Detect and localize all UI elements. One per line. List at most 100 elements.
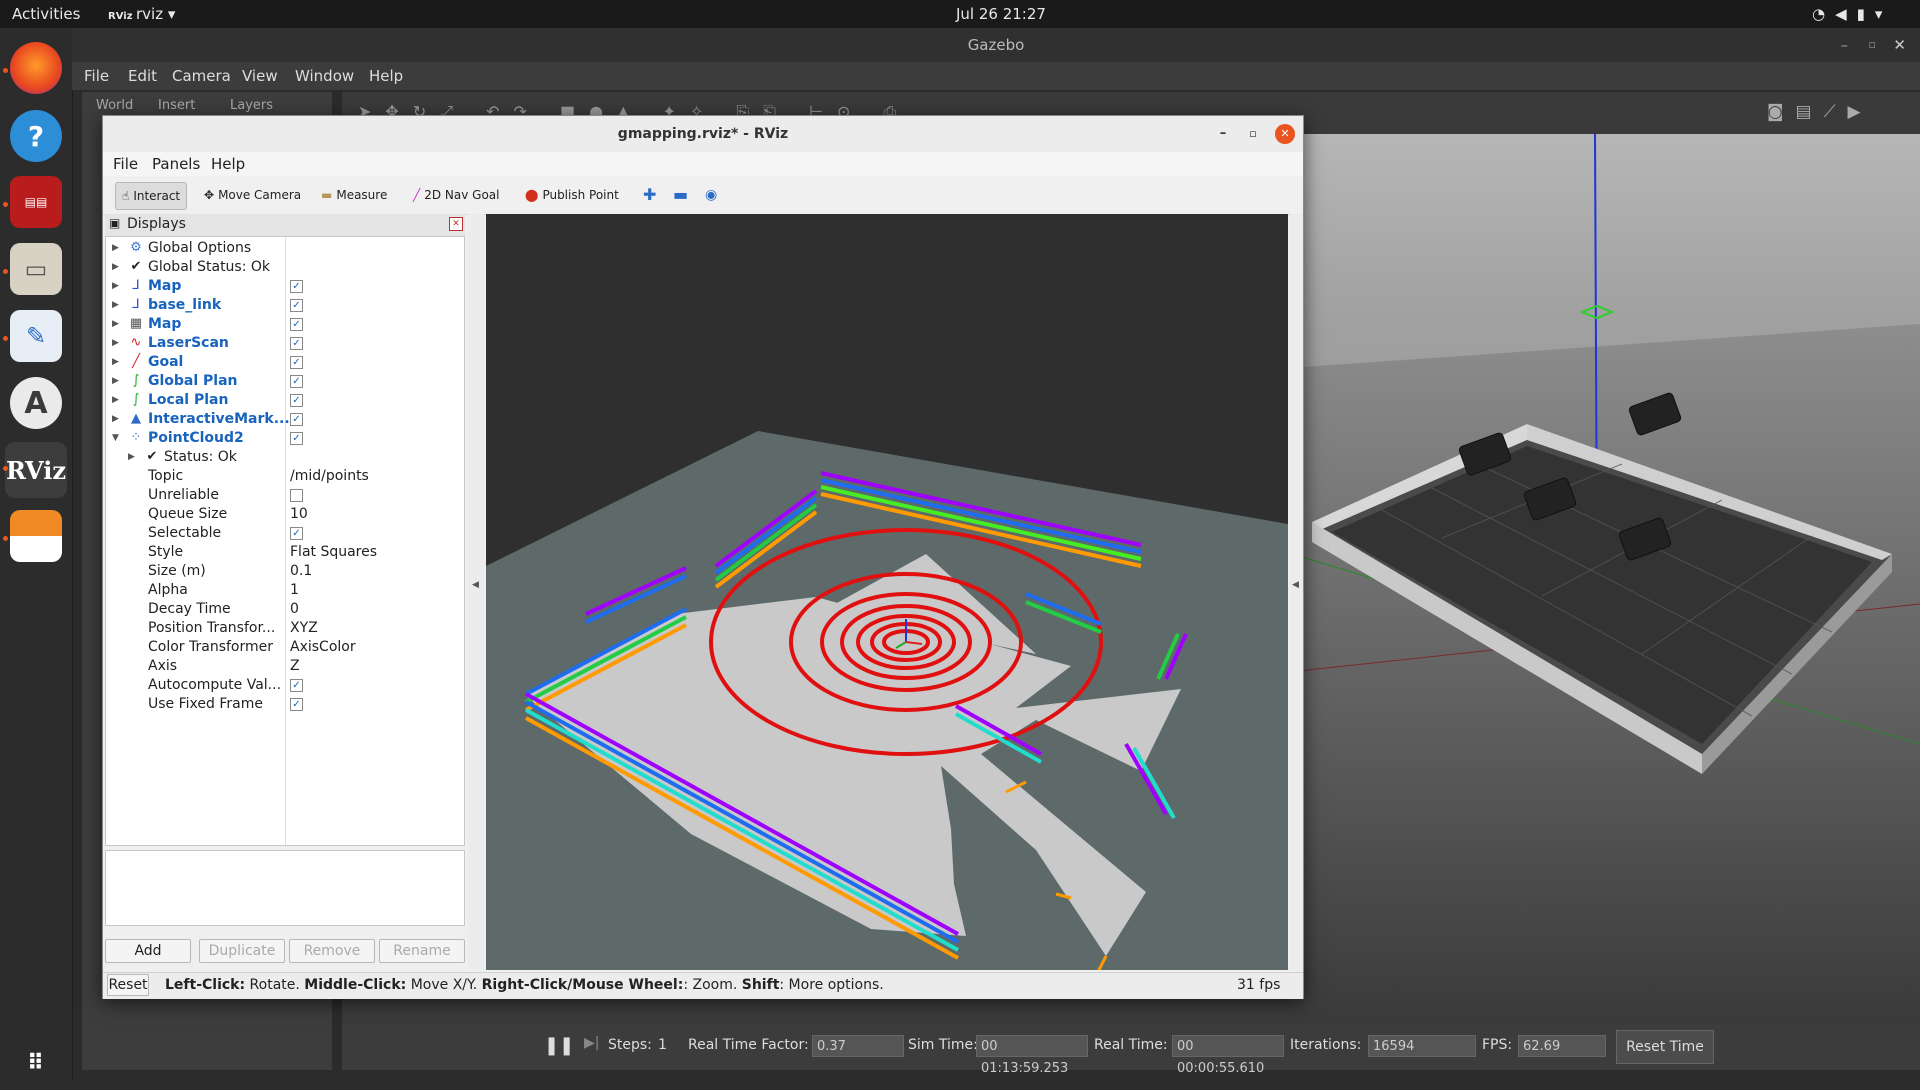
gz-menu-edit[interactable]: Edit: [128, 67, 157, 85]
expand-arrow-icon[interactable]: ▶: [112, 334, 119, 353]
log-icon[interactable]: ▤: [1796, 102, 1824, 122]
maximize-icon[interactable]: ▫: [1869, 28, 1876, 62]
video-icon[interactable]: ▶: [1847, 102, 1872, 122]
rviz-3d-view[interactable]: [486, 214, 1288, 973]
property-value[interactable]: 0: [290, 600, 299, 619]
text-editor-icon[interactable]: ✎: [10, 310, 62, 362]
pause-icon[interactable]: ❚❚: [544, 1035, 574, 1056]
rename-button[interactable]: Rename: [379, 939, 465, 963]
enable-checkbox[interactable]: ✓: [290, 375, 303, 388]
panel-close-icon[interactable]: ✕: [449, 217, 463, 231]
property-row[interactable]: Position Transfor... XYZ: [106, 619, 464, 638]
property-row[interactable]: Unreliable: [106, 486, 464, 505]
close-icon[interactable]: ✕: [1275, 124, 1295, 144]
display-row[interactable]: ▶ ▦ Map ✓: [106, 315, 464, 334]
property-value[interactable]: 1: [290, 581, 299, 600]
terminal-icon[interactable]: ▤▤: [10, 176, 62, 228]
tool-properties-icon[interactable]: ◉: [699, 182, 723, 208]
enable-checkbox[interactable]: ✓: [290, 413, 303, 426]
property-value[interactable]: Flat Squares: [290, 543, 377, 562]
gz-menu-window[interactable]: Window: [295, 67, 354, 85]
property-row[interactable]: Size (m) 0.1: [106, 562, 464, 581]
enable-checkbox[interactable]: ✓: [290, 432, 303, 445]
property-checkbox[interactable]: ✓: [290, 679, 303, 692]
property-value[interactable]: /mid/points: [290, 467, 369, 486]
rviz-menu-panels[interactable]: Panels: [152, 155, 200, 173]
collapse-right-icon[interactable]: ◀: [1292, 580, 1299, 590]
expand-arrow-icon[interactable]: ▶: [112, 296, 119, 315]
expand-arrow-icon[interactable]: ▼: [112, 429, 119, 448]
display-row[interactable]: ▶ ⅃ Map ✓: [106, 277, 464, 296]
move-camera-tool[interactable]: ✥ Move Camera: [198, 182, 307, 208]
property-checkbox[interactable]: [290, 489, 303, 502]
minimize-icon[interactable]: –: [1213, 124, 1233, 144]
expand-arrow-icon[interactable]: ▶: [112, 315, 119, 334]
gz-menu-camera[interactable]: Camera: [172, 67, 231, 85]
display-row[interactable]: ▶ ∫ Global Plan ✓: [106, 372, 464, 391]
property-value[interactable]: 0.1: [290, 562, 312, 581]
enable-checkbox[interactable]: ✓: [290, 280, 303, 293]
display-row[interactable]: ▶ ╱ Goal ✓: [106, 353, 464, 372]
tab-insert[interactable]: Insert: [158, 98, 195, 113]
clock[interactable]: Jul 26 21:27: [956, 5, 1046, 23]
display-row[interactable]: ▶ ∫ Local Plan ✓: [106, 391, 464, 410]
property-row[interactable]: Alpha 1: [106, 581, 464, 600]
tab-layers[interactable]: Layers: [230, 98, 273, 113]
pc2-status-row[interactable]: ▶ ✔ Status: Ok: [106, 448, 464, 467]
display-row[interactable]: ▶ ✔ Global Status: Ok: [106, 258, 464, 277]
property-value[interactable]: AxisColor: [290, 638, 356, 657]
property-checkbox[interactable]: ✓: [290, 698, 303, 711]
expand-arrow-icon[interactable]: ▶: [112, 277, 119, 296]
property-row[interactable]: Style Flat Squares: [106, 543, 464, 562]
plot-icon[interactable]: ⟋: [1824, 102, 1848, 122]
property-value[interactable]: Z: [290, 657, 300, 676]
expand-arrow-icon[interactable]: ▶: [112, 410, 119, 429]
system-tray[interactable]: ◔◀▮▾: [1812, 5, 1892, 23]
expand-arrow-icon[interactable]: ▶: [112, 258, 119, 277]
expand-arrow-icon[interactable]: ▶: [112, 372, 119, 391]
enable-checkbox[interactable]: ✓: [290, 356, 303, 369]
enable-checkbox[interactable]: ✓: [290, 394, 303, 407]
gazebo-dock-icon[interactable]: [10, 510, 62, 562]
remove-button[interactable]: Remove: [289, 939, 375, 963]
display-row[interactable]: ▶ ▲ InteractiveMark... ✓: [106, 410, 464, 429]
expand-arrow-icon[interactable]: ▶: [112, 239, 119, 258]
rviz-dock-icon[interactable]: RViz: [5, 442, 67, 498]
steps-value[interactable]: 1: [658, 1037, 667, 1053]
software-center-icon[interactable]: A: [10, 377, 62, 429]
tab-world[interactable]: World: [96, 98, 133, 113]
step-icon[interactable]: ▶|: [584, 1035, 599, 1051]
display-row[interactable]: ▶ ∿ LaserScan ✓: [106, 334, 464, 353]
rviz-menu-help[interactable]: Help: [211, 155, 245, 173]
expand-arrow-icon[interactable]: ▶: [128, 448, 135, 467]
right-splitter[interactable]: ◀: [1290, 214, 1303, 970]
rviz-menu-file[interactable]: File: [113, 155, 138, 173]
property-row[interactable]: Color Transformer AxisColor: [106, 638, 464, 657]
property-row[interactable]: Axis Z: [106, 657, 464, 676]
activities-button[interactable]: Activities: [12, 5, 80, 23]
gz-menu-file[interactable]: File: [84, 67, 109, 85]
app-menu[interactable]: RViz rviz ▾: [108, 5, 175, 23]
interact-tool[interactable]: ☝ Interact: [115, 182, 188, 210]
publish-point-tool[interactable]: ⬤ Publish Point: [519, 182, 625, 208]
display-row[interactable]: ▼ ⁘ PointCloud2 ✓: [106, 429, 464, 448]
files-icon[interactable]: ▭: [10, 243, 62, 295]
reset-time-button[interactable]: Reset Time: [1616, 1030, 1714, 1064]
gz-menu-view[interactable]: View: [242, 67, 278, 85]
enable-checkbox[interactable]: ✓: [290, 318, 303, 331]
display-row[interactable]: ▶ ⅃ base_link ✓: [106, 296, 464, 315]
property-row[interactable]: Decay Time 0: [106, 600, 464, 619]
minimize-icon[interactable]: –: [1841, 28, 1849, 62]
property-value[interactable]: 10: [290, 505, 308, 524]
gazebo-right-tool-icons[interactable]: ◙▤⟋▶: [1767, 102, 1873, 122]
left-splitter[interactable]: ◀: [468, 214, 484, 970]
expand-arrow-icon[interactable]: ▶: [112, 353, 119, 372]
property-row[interactable]: Queue Size 10: [106, 505, 464, 524]
show-apps-icon[interactable]: ⠿: [10, 1038, 62, 1090]
remove-tool-icon[interactable]: ▬: [667, 182, 694, 208]
firefox-icon[interactable]: [10, 42, 62, 94]
property-value[interactable]: XYZ: [290, 619, 318, 638]
property-row[interactable]: Selectable ✓: [106, 524, 464, 543]
property-checkbox[interactable]: ✓: [290, 527, 303, 540]
property-row[interactable]: Use Fixed Frame ✓: [106, 695, 464, 714]
